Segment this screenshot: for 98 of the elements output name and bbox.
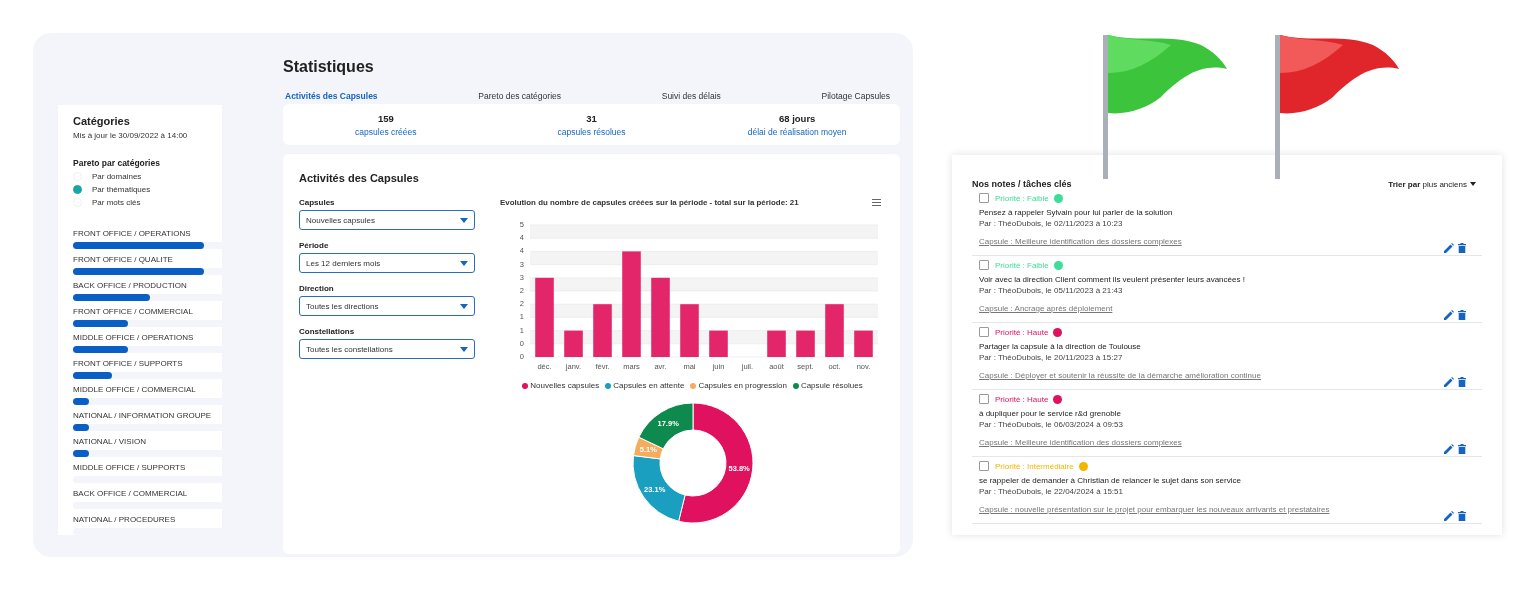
priority-label: Priorité : Intermédiaire (995, 461, 1074, 471)
radio-label[interactable]: Par thématiques (92, 185, 151, 194)
checkbox[interactable] (979, 461, 989, 471)
note-author: Par : ThéoDubois, le 22/04/2024 à 15:51 (979, 487, 1124, 496)
capsule-link[interactable]: Capsule : Déployer et soutenir la réussite de la démarche amélioration continue (979, 371, 1261, 380)
update-date: Mis à jour le 30/09/2022 à 14:00 (73, 131, 189, 140)
priority-label: Priorité : Haute (995, 394, 1049, 404)
radio-label[interactable]: Par domaines (92, 172, 142, 181)
sidebar-title: Catégories (73, 115, 131, 127)
stat-label: capsules résolues (556, 126, 627, 137)
bar (564, 330, 583, 357)
delete-icon[interactable] (1458, 511, 1466, 521)
checkbox[interactable] (979, 327, 989, 337)
category-label: NATIONAL / VISION (73, 437, 147, 446)
delete-icon[interactable] (1458, 243, 1466, 253)
caret-icon (460, 346, 468, 352)
page-title: Statistiques (283, 58, 375, 76)
bar (854, 330, 873, 357)
dropdown[interactable]: Les 12 derniers mois (299, 253, 475, 273)
bar (767, 330, 786, 357)
legend-dot (522, 382, 529, 389)
tab[interactable]: Suivi des délais (661, 91, 721, 101)
checkbox[interactable] (979, 193, 989, 203)
stat-value: 159 (376, 112, 395, 124)
delete-icon[interactable] (1458, 377, 1466, 387)
legend-label[interactable]: Capsules en progression (698, 381, 787, 390)
note-text: se rappeler de demander à Christian de relancer le sujet dans son service (979, 476, 1242, 485)
category-label: NATIONAL / PROCEDURES (73, 515, 177, 524)
legend-label[interactable]: Capsule résolues (800, 381, 863, 390)
note-author: Par : ThéoDubois, le 02/11/2023 à 10:23 (979, 219, 1124, 228)
delete-icon[interactable] (1458, 444, 1466, 454)
checkbox[interactable] (979, 394, 989, 404)
category-label: FRONT OFFICE / COMMERCIAL (73, 307, 194, 316)
bar (593, 304, 612, 357)
dropdown[interactable]: Toutes les directions (299, 296, 475, 316)
dropdown[interactable]: Nouvelles capsules (299, 210, 475, 230)
edit-icon[interactable] (1444, 444, 1454, 454)
delete-icon[interactable] (1458, 310, 1466, 320)
filter-label: Constellations (299, 327, 356, 336)
note-text: Partager la capsule à la direction de Toulouse (979, 342, 1142, 351)
note-text: à dupliquer pour le service r&d grenoble (979, 409, 1122, 418)
notes-title: Nos notes / tâches clés (972, 179, 1072, 189)
legend-dot (605, 382, 612, 389)
legend-dot (792, 382, 799, 389)
bar (825, 304, 844, 357)
filter-label: Capsules (299, 198, 336, 207)
category-label: FRONT OFFICE / OPERATIONS (73, 229, 192, 238)
category-label: FRONT OFFICE / QUALITE (73, 255, 174, 264)
stat-label: délai de réalisation moyen (746, 126, 848, 137)
note-text: Pensez à rappeler Sylvain pour lui parler de la solution (979, 208, 1174, 217)
caret-icon (1470, 182, 1476, 186)
category-label: FRONT OFFICE / SUPPORTS (73, 359, 184, 368)
category-label: BACK OFFICE / COMMERCIAL (73, 489, 189, 498)
edit-icon[interactable] (1444, 310, 1454, 320)
caret-icon (460, 303, 468, 309)
stat-label: capsules créées (354, 126, 418, 137)
priority-label: Priorité : Faible (995, 260, 1049, 270)
filter-label: Direction (299, 284, 335, 293)
filter-label: Période (299, 241, 330, 250)
edit-icon[interactable] (1444, 243, 1454, 253)
legend-label[interactable]: Capsules en attente (613, 381, 685, 390)
priority-label: Priorité : Haute (995, 327, 1049, 337)
note-author: Par : ThéoDubois, le 05/11/2023 à 21:43 (979, 286, 1124, 295)
tab[interactable]: Pilotage Capsules (821, 91, 890, 101)
legend-label[interactable]: Nouvelles capsules (530, 381, 600, 390)
caret-icon (460, 217, 468, 223)
bar (796, 330, 815, 357)
dropdown[interactable]: Toutes les constellations (299, 339, 475, 359)
tab[interactable]: Pareto des catégories (478, 91, 561, 101)
caret-icon (460, 260, 468, 266)
category-label: MIDDLE OFFICE / COMMERCIAL (73, 385, 197, 394)
bar (709, 330, 728, 357)
capsule-link[interactable]: Capsule : Meilleure identification des dossiers complexes (979, 438, 1182, 447)
tab[interactable]: Activités des Capsules (285, 91, 378, 101)
capsule-link[interactable]: Capsule : nouvelle présentation sur le projet pour embarquer les nouveaux arrivants et prestataires (979, 505, 1330, 514)
edit-icon[interactable] (1444, 377, 1454, 387)
edit-icon[interactable] (1444, 511, 1454, 521)
category-label: NATIONAL / INFORMATION GROUPE (73, 411, 213, 420)
capsule-link[interactable]: Capsule : Ancrage après déploiement (979, 304, 1113, 313)
priority-label: Priorité : Faible (995, 193, 1049, 203)
note-author: Par : ThéoDubois, le 20/11/2023 à 15:27 (979, 353, 1124, 362)
sort-dropdown[interactable]: Trier par plus anciens (1388, 179, 1476, 189)
legend-dot (690, 382, 697, 389)
category-label: MIDDLE OFFICE / OPERATIONS (73, 333, 195, 342)
radio-label[interactable]: Par mots clés (92, 198, 141, 207)
capsule-link[interactable]: Capsule : Meilleure identification des dossiers complexes (979, 237, 1182, 246)
note-text: Voir avec la direction Client comment ils veulent présenter leurs avancées ! (979, 275, 1246, 284)
bar (680, 304, 699, 357)
menu-icon[interactable] (872, 199, 881, 206)
pareto-title: Pareto par catégories (73, 158, 161, 168)
panel-title: Activités des Capsules (299, 172, 420, 184)
checkbox[interactable] (979, 260, 989, 270)
stat-value: 68 jours (777, 112, 817, 124)
note-author: Par : ThéoDubois, le 06/03/2024 à 09:53 (979, 420, 1124, 429)
radio-button[interactable] (73, 185, 82, 194)
stat-value: 31 (585, 112, 598, 124)
category-label: BACK OFFICE / PRODUCTION (73, 281, 188, 290)
category-label: MIDDLE OFFICE / SUPPORTS (73, 463, 187, 472)
